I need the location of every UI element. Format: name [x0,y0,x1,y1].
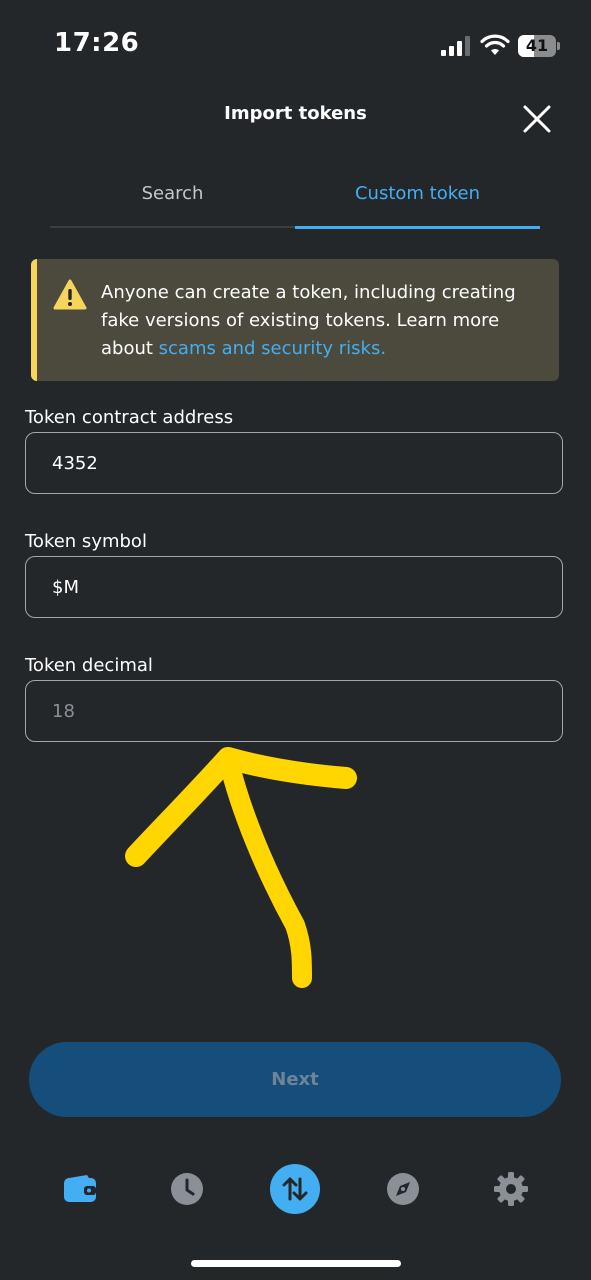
warning-icon [53,279,87,310]
tab-custom-token[interactable]: Custom token [295,180,540,229]
clock-icon [171,1173,203,1205]
wallet-icon [64,1175,96,1202]
home-indicator [191,1260,401,1267]
status-time: 17:26 [54,28,140,58]
nav-settings[interactable] [486,1164,536,1214]
token-decimal-input[interactable] [25,680,563,742]
token-symbol-label: Token symbol [25,531,147,552]
token-address-label: Token contract address [25,407,234,428]
scams-security-link[interactable]: scams and security risks. [159,338,386,359]
battery-level: 41 [525,36,549,55]
nav-swap[interactable] [270,1164,320,1214]
tab-search[interactable]: Search [50,180,295,228]
token-decimal-label: Token decimal [25,655,153,676]
compass-icon [387,1173,419,1205]
page-title: Import tokens [224,103,367,124]
nav-activity[interactable] [162,1164,212,1214]
battery-indicator: 41 [518,35,560,57]
warning-banner: Anyone can create a token, including cre… [31,259,559,381]
warning-text: Anyone can create a token, including cre… [101,279,541,363]
nav-wallet[interactable] [55,1164,105,1214]
wifi-icon [480,34,510,55]
battery-tip [557,42,560,50]
cellular-signal-icon [441,36,470,56]
next-button[interactable]: Next [29,1042,561,1117]
close-icon[interactable] [515,97,559,141]
token-address-input[interactable] [25,432,563,494]
swap-icon [282,1177,308,1201]
token-symbol-input[interactable] [25,556,563,618]
nav-browser[interactable] [378,1164,428,1214]
gear-icon [494,1172,528,1206]
warning-accent-bar [31,259,37,381]
